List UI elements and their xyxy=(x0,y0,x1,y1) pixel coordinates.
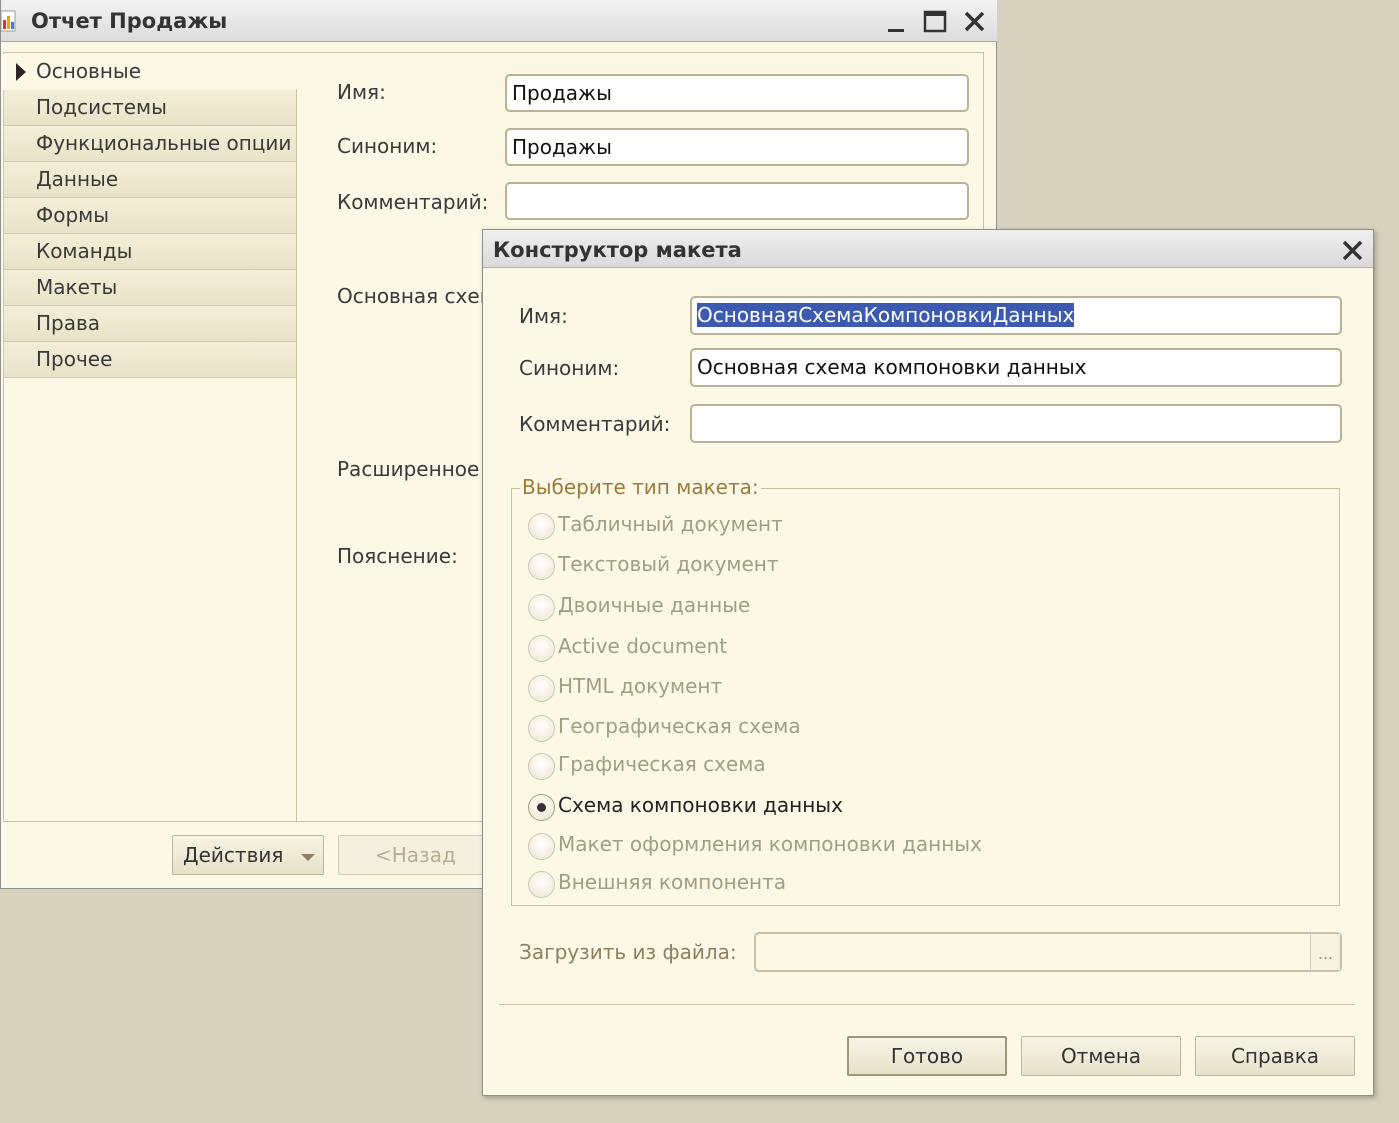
template-constructor-dialog: Конструктор макета Имя: ОсновнаяСхемаКом… xyxy=(482,229,1374,1096)
dialog-title: Конструктор макета xyxy=(493,238,742,262)
synonym-field[interactable]: Продажы xyxy=(505,128,969,166)
dialog-name-label: Имя: xyxy=(519,304,568,328)
name-label: Имя: xyxy=(337,80,386,104)
actions-dropdown-button[interactable]: Действия xyxy=(172,835,324,875)
dialog-comment-field[interactable] xyxy=(690,404,1342,443)
synonym-label: Синоним: xyxy=(337,134,438,158)
radio-label: Схема компоновки данных xyxy=(558,793,843,817)
radio-label: Текстовый документ xyxy=(558,552,779,576)
close-icon[interactable] xyxy=(961,8,989,36)
radio-button-icon xyxy=(528,715,555,742)
radio-button-icon xyxy=(528,675,555,702)
radio-button-icon xyxy=(528,635,555,662)
dialog-synonym-label: Синоним: xyxy=(519,356,620,380)
radio-button-icon xyxy=(528,871,555,898)
dialog-titlebar[interactable]: Конструктор макета xyxy=(483,230,1373,268)
back-button[interactable]: <Назад xyxy=(338,835,488,875)
dialog-divider xyxy=(499,1004,1355,1005)
sidebar-item-label: Данные xyxy=(36,167,119,191)
sidebar-item-label: Прочее xyxy=(36,347,113,371)
sidebar-item-label: Команды xyxy=(36,239,133,263)
radio-button-icon xyxy=(528,753,555,780)
sidebar-item-other[interactable]: Прочее xyxy=(3,342,297,378)
comment-label: Комментарий: xyxy=(337,190,489,214)
report-app-icon xyxy=(1,10,16,32)
layout-type-group-title: Выберите тип макета: xyxy=(520,475,761,499)
load-file-input[interactable]: ... xyxy=(754,932,1342,972)
sidebar-item-templates[interactable]: Макеты xyxy=(3,270,297,306)
radio-button-icon xyxy=(528,833,555,860)
name-field[interactable]: Продажы xyxy=(505,74,969,112)
radio-label: Внешняя компонента xyxy=(558,870,786,894)
sidebar-item-functional-options[interactable]: Функциональные опции xyxy=(3,126,297,162)
window-titlebar[interactable]: Отчет Продажы xyxy=(1,0,997,42)
nav-divider xyxy=(296,89,297,821)
radio-label: Графическая схема xyxy=(558,752,766,776)
sidebar-item-label: Макеты xyxy=(36,275,118,299)
dialog-synonym-field[interactable]: Основная схема компоновки данных xyxy=(690,348,1342,387)
comment-field[interactable] xyxy=(505,182,969,220)
sidebar-item-label: Основные xyxy=(36,59,142,83)
radio-label: Active document xyxy=(558,634,728,658)
sidebar-item-label: Права xyxy=(36,311,101,335)
minimize-icon[interactable] xyxy=(883,8,911,36)
radio-label: Двоичные данные xyxy=(558,593,751,617)
radio-button-checked-icon xyxy=(528,794,555,821)
extended-label: Расширенное xyxy=(337,457,480,481)
browse-file-button[interactable]: ... xyxy=(1310,934,1340,970)
actions-button-label: Действия xyxy=(183,843,284,867)
sidebar-item-commands[interactable]: Команды xyxy=(3,234,297,270)
dialog-name-field[interactable]: ОсновнаяСхемаКомпоновкиДанных xyxy=(690,296,1342,335)
sidebar-item-subsystems[interactable]: Подсистемы xyxy=(3,90,297,126)
radio-dot xyxy=(537,803,546,812)
help-button[interactable]: Справка xyxy=(1195,1036,1355,1076)
radio-button-icon xyxy=(528,594,555,621)
maximize-icon[interactable] xyxy=(921,8,949,36)
radio-label: Табличный документ xyxy=(558,512,783,536)
sidebar-item-label: Подсистемы xyxy=(36,95,167,119)
done-button[interactable]: Готово xyxy=(847,1036,1007,1076)
chevron-down-icon xyxy=(301,854,315,861)
sidebar-item-label: Функциональные опции xyxy=(36,131,292,155)
close-icon[interactable] xyxy=(1340,238,1366,264)
radio-label: Макет оформления компоновки данных xyxy=(558,832,982,856)
radio-label: HTML документ xyxy=(558,674,723,698)
sidebar-nav: Основные Подсистемы Функциональные опции… xyxy=(3,54,297,378)
load-from-file-label: Загрузить из файла: xyxy=(519,940,737,964)
selected-name-text: ОсновнаяСхемаКомпоновкиДанных xyxy=(697,303,1075,327)
sidebar-item-rights[interactable]: Права xyxy=(3,306,297,342)
expand-arrow-icon xyxy=(16,63,26,81)
radio-label: Географическая схема xyxy=(558,714,801,738)
cancel-button[interactable]: Отмена xyxy=(1021,1036,1181,1076)
sidebar-item-label: Формы xyxy=(36,203,110,227)
main-schema-label: Основная схем xyxy=(337,284,495,308)
sidebar-item-data[interactable]: Данные xyxy=(3,162,297,198)
radio-button-icon xyxy=(528,513,555,540)
sidebar-item-forms[interactable]: Формы xyxy=(3,198,297,234)
window-title: Отчет Продажы xyxy=(31,9,228,33)
sidebar-item-basic[interactable]: Основные xyxy=(3,54,297,90)
explanation-label: Пояснение: xyxy=(337,544,458,568)
radio-button-icon xyxy=(528,553,555,580)
dialog-comment-label: Комментарий: xyxy=(519,412,671,436)
